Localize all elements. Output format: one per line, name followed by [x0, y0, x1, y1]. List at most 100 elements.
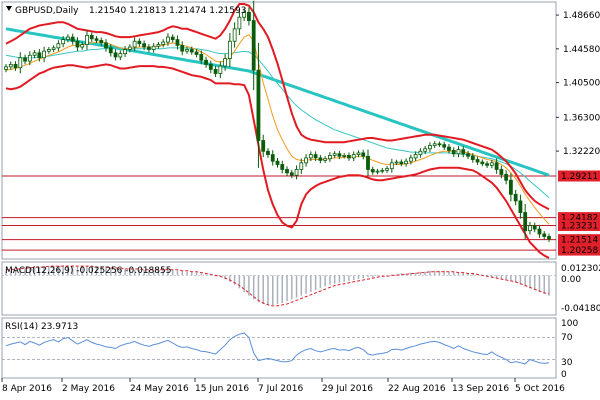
candle-body-47 [227, 40, 232, 60]
candle-body-106 [508, 179, 513, 195]
candle-body-103 [494, 162, 499, 170]
candle-body-48 [232, 28, 237, 42]
candle-body-38 [185, 49, 189, 52]
candle-body-13 [66, 36, 70, 40]
ohlc-label: 1.21540 1.21813 1.21474 1.21593 [89, 6, 246, 16]
candle-body-87 [418, 150, 423, 155]
date-axis-label-2: 24 May 2016 [130, 384, 189, 394]
date-axis-label-1: 2 May 2016 [62, 384, 115, 394]
candle-body-70 [337, 153, 342, 157]
candle-body-28 [137, 40, 142, 45]
candle-body-113 [542, 233, 547, 237]
date-axis-label-3: 15 Jun 2016 [195, 384, 249, 394]
candle-body-49 [237, 16, 242, 30]
candle-body-31 [151, 45, 156, 50]
date-axis-label-4: 7 Jul 2016 [258, 384, 303, 394]
candle-body-24 [118, 53, 123, 58]
candle-body-17 [85, 35, 89, 45]
macd-label: MACD(12,26,9) -0.025256 -0.018855 [5, 266, 171, 276]
candle-body-62 [299, 162, 304, 170]
candle-body-40 [194, 51, 199, 55]
macd-scale-top: 0.012302 [561, 264, 600, 274]
candle-body-75 [361, 152, 366, 157]
candle-body-76 [366, 155, 370, 170]
candle-body-14 [70, 36, 75, 42]
rsi-label: RSI(14) 23.9713 [5, 322, 78, 332]
date-axis-label-7: 13 Sep 2016 [452, 384, 509, 394]
date-axis-label-5: 29 Jul 2016 [322, 384, 373, 394]
candle-body-114 [547, 236, 551, 240]
candle-body-8 [42, 50, 47, 59]
candle-body-39 [189, 49, 194, 53]
candle-body-12 [61, 39, 66, 45]
candle-body-51 [247, 11, 251, 21]
candle-body-65 [313, 154, 318, 159]
level-tag-label-2: 1.23231 [561, 221, 598, 231]
candle-body-18 [89, 35, 94, 40]
level-tag-label-3: 1.21514 [561, 236, 598, 246]
candle-body-45 [218, 65, 223, 74]
candle-body-81 [389, 162, 394, 170]
candle-body-101 [485, 163, 489, 166]
candle-body-83 [399, 161, 404, 165]
candle-body-95 [456, 149, 461, 155]
chart-root: 1.48660 1.44580 1.40500 1.36300 1.32220 1.29… [0, 0, 600, 400]
candle-body-43 [208, 63, 213, 70]
candle-body-69 [332, 153, 337, 156]
candle-body-72 [347, 155, 351, 159]
candle-body-58 [280, 164, 285, 170]
price-axis-label-1: 1.44580 [563, 45, 600, 55]
date-axis-label-8: 5 Oct 2016 [515, 384, 565, 394]
rsi-scale-100: 100 [561, 319, 578, 329]
candle-body-111 [532, 225, 537, 230]
candle-body-57 [275, 160, 280, 165]
candle-body-35 [170, 36, 175, 40]
candle-body-100 [480, 161, 485, 165]
candle-body-86 [413, 154, 418, 159]
candle-body-21 [104, 42, 108, 49]
candle-body-102 [489, 162, 494, 166]
candle-body-42 [204, 59, 208, 65]
macd-scale-zero: 0.00 [561, 275, 581, 285]
candle-body-79 [380, 169, 385, 172]
candle-body-41 [199, 54, 204, 61]
candle-body-9 [46, 49, 51, 52]
candle-body-105 [504, 174, 509, 181]
candle-body-56 [270, 154, 275, 162]
candle-body-44 [213, 68, 218, 74]
candle-body-96 [461, 149, 466, 155]
candle-body-25 [123, 49, 127, 55]
candle-body-52 [251, 20, 256, 71]
candle-body-6 [32, 52, 37, 56]
candle-body-3 [18, 57, 23, 69]
date-axis-label-0: 8 Apr 2016 [2, 384, 52, 394]
candle-body-33 [161, 41, 166, 45]
candle-body-4 [23, 57, 27, 62]
candle-body-66 [318, 157, 323, 161]
candle-body-22 [108, 47, 113, 54]
candle-body-74 [356, 152, 361, 155]
candle-body-98 [470, 155, 475, 160]
candle-body-29 [142, 43, 147, 48]
candle-body-61 [294, 169, 299, 176]
candle-body-53 [256, 69, 261, 141]
candle-body-60 [289, 172, 294, 176]
candle-body-19 [94, 38, 99, 41]
candle-body-10 [51, 47, 56, 50]
candle-body-78 [375, 170, 380, 173]
candle-body-71 [342, 155, 347, 157]
candle-body-68 [327, 155, 332, 160]
candle-body-104 [499, 169, 504, 175]
rsi-scale-0: 0 [561, 370, 567, 380]
candle-body-109 [523, 212, 528, 232]
candle-body-37 [180, 44, 185, 52]
candle-body-34 [166, 36, 170, 43]
candle-body-97 [466, 153, 470, 157]
candle-body-26 [127, 46, 132, 50]
candle-body-92 [442, 144, 447, 148]
candle-body-93 [447, 146, 451, 151]
price-axis-label-0: 1.48660 [563, 11, 600, 21]
candle-body-90 [432, 143, 437, 146]
candle-body-107 [513, 193, 518, 202]
candle-body-46 [223, 58, 228, 67]
